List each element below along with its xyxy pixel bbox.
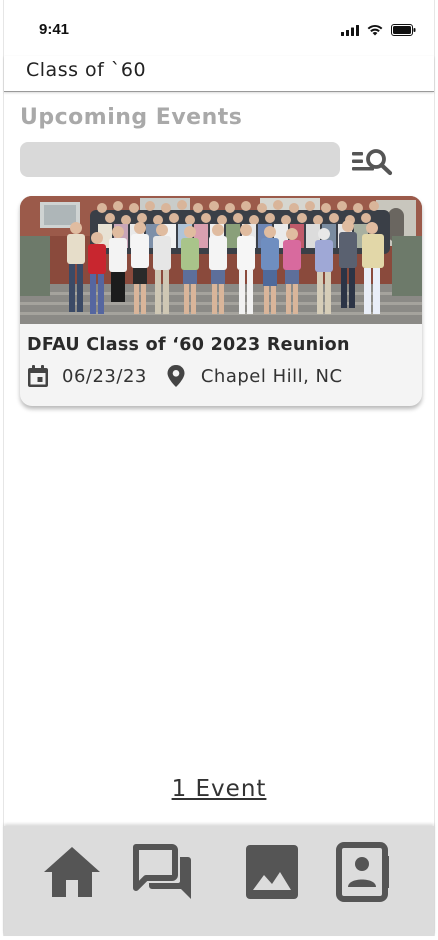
nav-photos-button[interactable] [240, 840, 304, 904]
cellular-signal-icon [341, 24, 359, 36]
nav-directory-button[interactable] [331, 840, 395, 904]
nav-home-button[interactable] [40, 840, 104, 904]
status-icons [341, 24, 416, 36]
battery-icon [391, 24, 416, 36]
calendar-icon [28, 365, 48, 387]
event-title: DFAU Class of ‘60 2023 Reunion [27, 335, 350, 355]
search-button[interactable] [348, 142, 396, 180]
section-title: Upcoming Events [20, 105, 243, 130]
wifi-icon [367, 24, 383, 36]
list-search-icon [352, 149, 393, 176]
home-icon [44, 847, 100, 897]
event-photo [20, 196, 422, 324]
app-header: Class of `60 [4, 56, 434, 92]
phone-screen: 9:41 Class of `60 Upcoming Events DFAU C… [3, 0, 435, 936]
nav-messages-button[interactable] [131, 840, 195, 904]
contact-book-icon [336, 842, 389, 902]
search-input[interactable] [20, 142, 340, 177]
events-count-link[interactable]: 1 Event [4, 776, 434, 802]
forum-icon [133, 844, 191, 899]
event-meta: 06/23/23 Chapel Hill, NC [27, 364, 343, 388]
status-bar: 9:41 [4, 0, 434, 56]
bottom-nav [4, 826, 434, 936]
event-card[interactable]: DFAU Class of ‘60 2023 Reunion 06/23/23 … [20, 196, 422, 406]
status-time: 9:41 [39, 21, 70, 38]
event-location: Chapel Hill, NC [200, 365, 343, 387]
location-pin-icon [167, 365, 185, 387]
event-date: 06/23/23 [62, 365, 147, 387]
image-icon [246, 845, 298, 899]
header-title: Class of `60 [26, 59, 147, 81]
